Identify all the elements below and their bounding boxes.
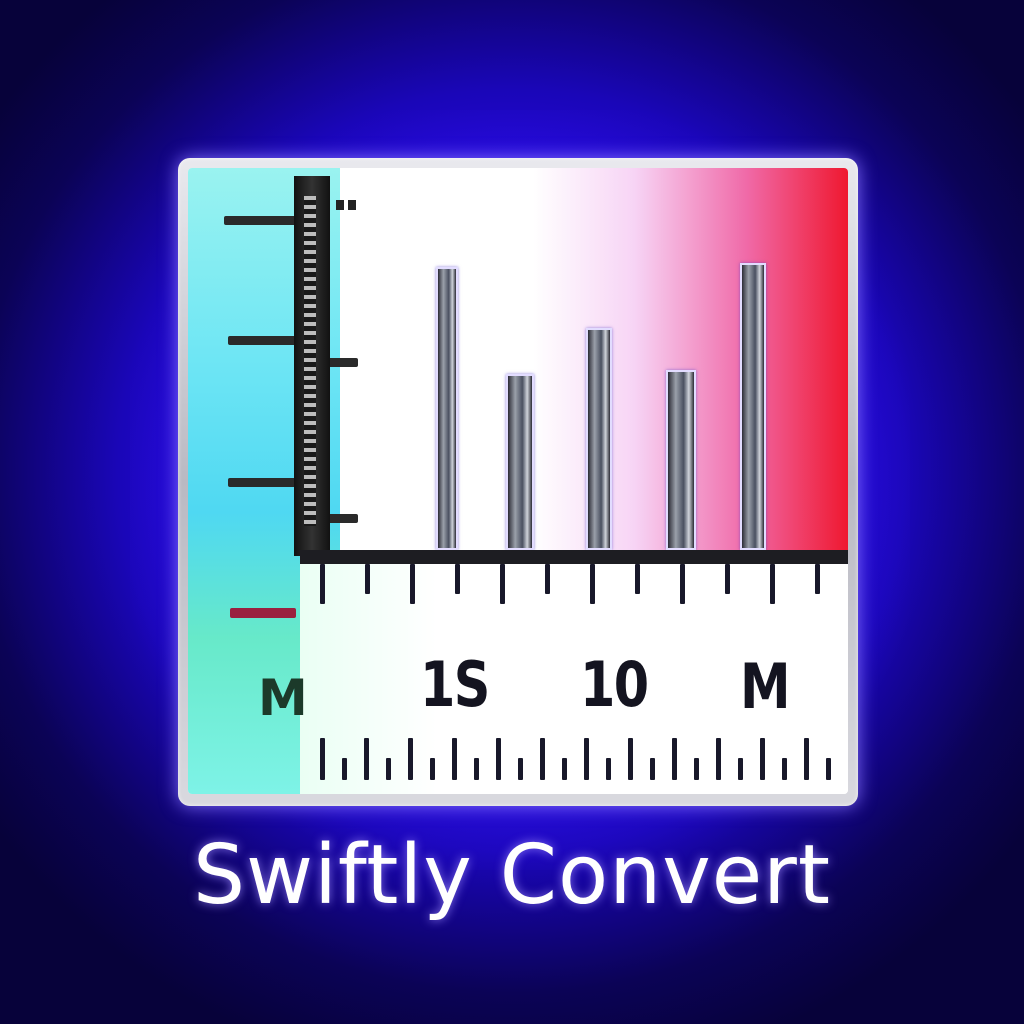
ruler-label-3: M [740, 650, 791, 723]
ruler-label-1: 1S [420, 648, 490, 721]
left-tick-red [230, 608, 296, 618]
ruler-tick [635, 564, 640, 594]
ruler-tick [562, 758, 567, 780]
ruler-tick [518, 758, 523, 780]
ruler-tick [694, 758, 699, 780]
left-tick [224, 216, 304, 225]
ruler-tick [364, 738, 369, 780]
ruler-tick [804, 738, 809, 780]
ruler-tick [496, 738, 501, 780]
ruler-tick [826, 758, 831, 780]
ruler-tick [725, 564, 730, 594]
ruler-tick [606, 758, 611, 780]
ruler-tick [430, 758, 435, 780]
app-icon-face: 1S 10 M M [188, 168, 848, 794]
ruler-tick [716, 738, 721, 780]
ruler-tick [760, 738, 765, 780]
ruler-tick [540, 738, 545, 780]
ruler-tick [815, 564, 820, 594]
ruler-tick [650, 758, 655, 780]
ruler-label-2: 10 [580, 648, 649, 721]
ruler-tick [320, 738, 325, 780]
ruler-tick [500, 564, 505, 604]
ruler-tick [365, 564, 370, 594]
ruler-tick [545, 564, 550, 594]
ruler-tick [590, 564, 595, 604]
ruler-strip: 1S 10 M [300, 554, 848, 794]
bar-group [340, 168, 848, 550]
chart-bar [506, 374, 534, 550]
app-icon: 1S 10 M M [178, 158, 858, 806]
app-title: Swiftly Convert [192, 828, 832, 923]
ruler-tick [584, 738, 589, 780]
ruler-tick [452, 738, 457, 780]
ruler-tick [782, 758, 787, 780]
ruler-tick [410, 564, 415, 604]
left-tick [228, 336, 300, 345]
ruler-tick [738, 758, 743, 780]
chart-bar [586, 328, 612, 550]
ruler-tick [680, 564, 685, 604]
chart-bar [666, 370, 696, 550]
ruler-tick [628, 738, 633, 780]
ruler-tick [672, 738, 677, 780]
ruler-tick [386, 758, 391, 780]
ruler-tick [408, 738, 413, 780]
ruler-tick [474, 758, 479, 780]
vertical-scale [294, 176, 330, 556]
left-tick [228, 478, 298, 487]
ruler-tick [342, 758, 347, 780]
ruler-tick [455, 564, 460, 594]
ruler-tick [770, 564, 775, 604]
ruler-tick [320, 564, 325, 604]
horizontal-axis [300, 550, 848, 564]
ruler-left-label: M [258, 669, 308, 727]
chart-bar [436, 267, 458, 550]
chart-bar [740, 263, 766, 550]
